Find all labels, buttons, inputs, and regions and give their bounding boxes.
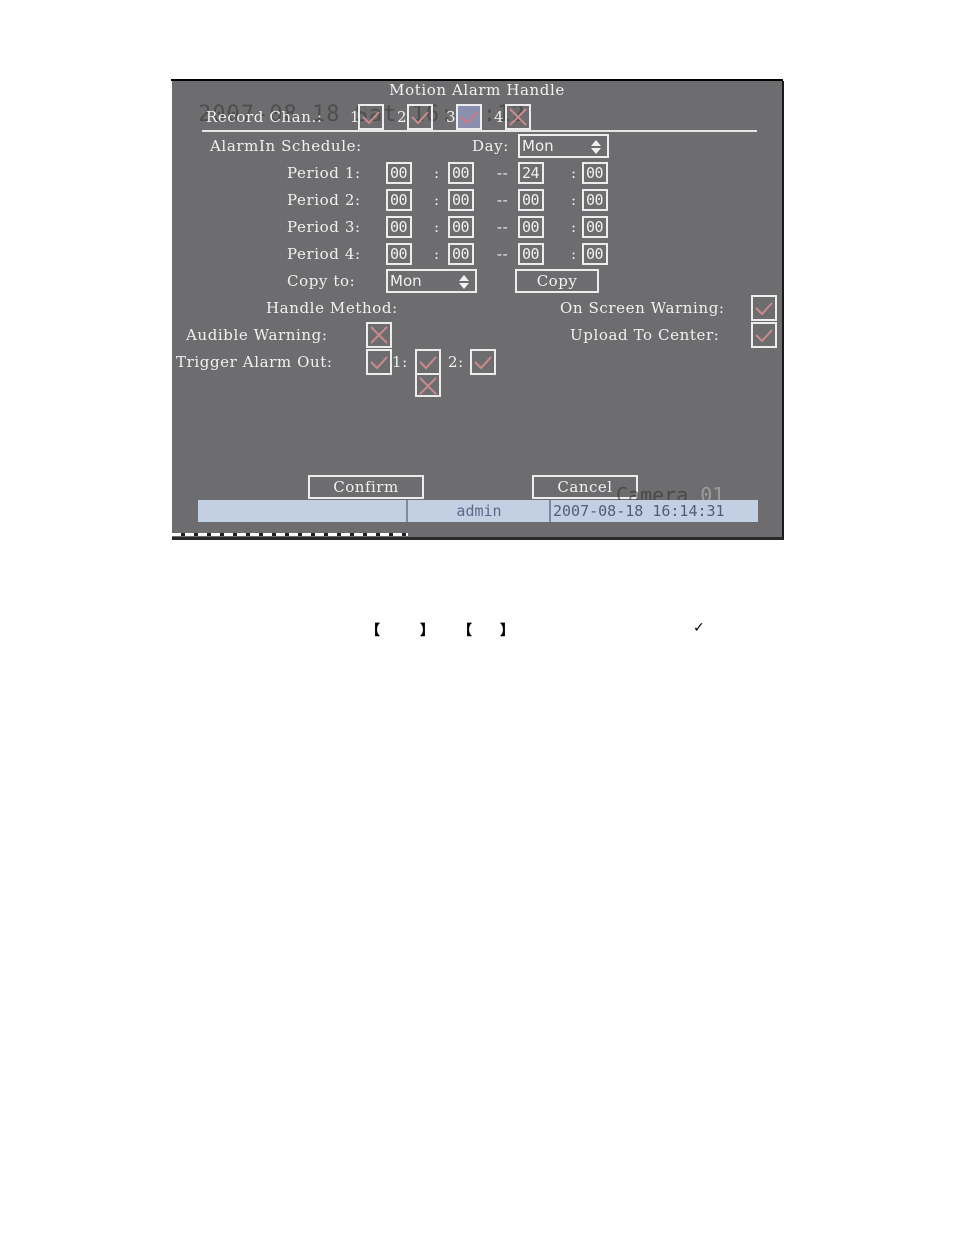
colon: :: [571, 245, 577, 263]
period-1-end-minute[interactable]: 00: [582, 162, 608, 184]
bracket-open-2: 【: [458, 623, 472, 639]
status-bar-datetime: 2007-08-18 16:14:31: [549, 500, 758, 522]
check-icon: [419, 356, 437, 370]
alarm-out-2-checkbox[interactable]: [470, 349, 496, 375]
dash: --: [497, 164, 509, 182]
on-screen-warning-checkbox[interactable]: [751, 295, 777, 321]
alarm-out-1-label: 1:: [392, 353, 408, 371]
bracket-close-1: 】: [420, 623, 434, 639]
colon: :: [571, 191, 577, 209]
colon: :: [571, 164, 577, 182]
period-2-end-hour[interactable]: 00: [518, 189, 544, 211]
bracket-close-2: 】: [500, 623, 514, 639]
alarm-out-2-label: 2:: [448, 353, 464, 371]
alarm-out-1-checkbox[interactable]: [415, 349, 441, 375]
period-4-start-minute[interactable]: 00: [448, 243, 474, 265]
period-label: Period 4:: [287, 245, 361, 263]
period-1-end-hour[interactable]: 24: [518, 162, 544, 184]
status-bar-left: [198, 500, 406, 522]
upload-to-center-checkbox[interactable]: [751, 322, 777, 348]
period-2-start-minute[interactable]: 00: [448, 189, 474, 211]
copy-to-select[interactable]: Mon: [386, 269, 477, 293]
record-chan-label: Record Chan.:: [206, 108, 323, 126]
period-label: Period 1:: [287, 164, 361, 182]
trigger-alarm-out-checkbox[interactable]: [366, 349, 392, 375]
chan-num-2: 2: [397, 108, 408, 126]
on-screen-warning-label: On Screen Warning:: [560, 299, 725, 317]
chan-2-checkbox[interactable]: [407, 104, 433, 130]
cross-icon: [370, 326, 388, 344]
chan-1-checkbox[interactable]: [358, 104, 384, 130]
handle-method-label: Handle Method:: [266, 299, 398, 317]
period-4-start-hour[interactable]: 00: [386, 243, 412, 265]
period-3-end-hour[interactable]: 00: [518, 216, 544, 238]
check-icon: [474, 356, 492, 370]
trigger-alarm-out-label: Trigger Alarm Out:: [176, 353, 333, 371]
confirm-button[interactable]: Confirm: [308, 475, 424, 499]
period-1-start-hour[interactable]: 00: [386, 162, 412, 184]
period-4-end-hour[interactable]: 00: [518, 243, 544, 265]
period-2-start-hour[interactable]: 00: [386, 189, 412, 211]
audible-warning-checkbox[interactable]: [366, 322, 392, 348]
dialog-title: Motion Alarm Handle: [389, 81, 565, 99]
up-down-arrows-icon: [459, 275, 469, 289]
separator-line: [202, 130, 757, 132]
chan-3-checkbox[interactable]: [456, 104, 482, 130]
chan-num-3: 3: [446, 108, 457, 126]
chan-num-4: 4: [494, 108, 505, 126]
alarm-out-1-dropdown-option[interactable]: [415, 373, 441, 397]
copy-to-label: Copy to:: [287, 272, 356, 290]
colon: :: [434, 245, 440, 263]
bracket-open-1: 【: [366, 623, 380, 639]
check-icon: [460, 111, 478, 125]
check-icon: [370, 356, 388, 370]
colon: :: [571, 218, 577, 236]
dash: --: [497, 218, 509, 236]
check-icon: [411, 111, 429, 125]
cross-icon: [509, 108, 527, 126]
period-3-end-minute[interactable]: 00: [582, 216, 608, 238]
period-label: Period 2:: [287, 191, 361, 209]
screen-bottom-edge: [172, 533, 408, 536]
alarmin-schedule-label: AlarmIn Schedule:: [210, 137, 362, 155]
check-icon: [755, 302, 773, 316]
dash: --: [497, 191, 509, 209]
cross-icon: [419, 377, 437, 395]
period-4-end-minute[interactable]: 00: [582, 243, 608, 265]
checkmark-symbol: ✓: [693, 620, 705, 636]
period-3-start-minute[interactable]: 00: [448, 216, 474, 238]
day-select[interactable]: Mon: [518, 134, 609, 158]
chan-4-checkbox[interactable]: [505, 104, 531, 130]
day-label: Day:: [472, 137, 509, 155]
copy-button[interactable]: Copy: [515, 269, 599, 293]
period-label: Period 3:: [287, 218, 361, 236]
colon: :: [434, 164, 440, 182]
status-bar-user: admin: [406, 500, 550, 522]
dash: --: [497, 245, 509, 263]
period-3-start-hour[interactable]: 00: [386, 216, 412, 238]
period-1-start-minute[interactable]: 00: [448, 162, 474, 184]
dvr-screen: Motion Alarm Handle 2007-08-18 Sat 16:14…: [172, 81, 784, 540]
audible-warning-label: Audible Warning:: [186, 326, 328, 344]
upload-to-center-label: Upload To Center:: [570, 326, 720, 344]
day-select-value: Mon: [522, 137, 554, 155]
check-icon: [362, 111, 380, 125]
period-2-end-minute[interactable]: 00: [582, 189, 608, 211]
check-icon: [755, 329, 773, 343]
copy-to-select-value: Mon: [390, 272, 422, 290]
colon: :: [434, 218, 440, 236]
colon: :: [434, 191, 440, 209]
up-down-arrows-icon: [591, 140, 601, 154]
